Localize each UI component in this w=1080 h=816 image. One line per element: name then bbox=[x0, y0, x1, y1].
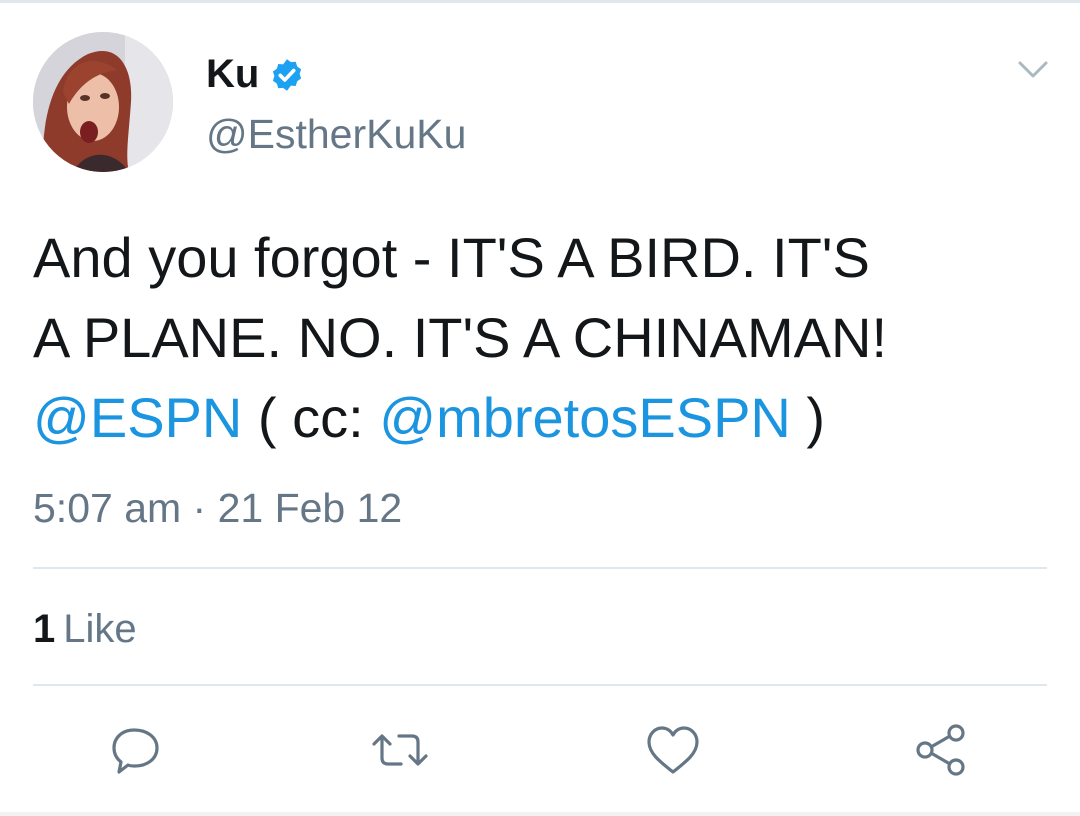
tweet-text-line-1: And you forgot - IT'S A BIRD. IT'S bbox=[33, 226, 870, 289]
timestamp-separator: · bbox=[181, 485, 218, 531]
share-icon bbox=[916, 724, 965, 776]
divider bbox=[33, 567, 1047, 569]
retweet-button[interactable] bbox=[370, 720, 430, 780]
author-display-name[interactable]: Ku bbox=[206, 50, 259, 98]
verified-badge-icon bbox=[269, 56, 305, 92]
like-button[interactable] bbox=[643, 720, 703, 780]
tweet-date: 21 Feb 12 bbox=[217, 485, 403, 531]
heart-icon bbox=[647, 726, 699, 774]
retweet-icon bbox=[372, 734, 428, 766]
bottom-divider bbox=[0, 812, 1080, 816]
tweet-text-line-2: A PLANE. NO. IT'S A CHINAMAN! bbox=[33, 306, 888, 369]
tweet-timestamp: 5:07 am · 21 Feb 12 bbox=[33, 484, 402, 532]
tweet-text: And you forgot - IT'S A BIRD. IT'S A PLAN… bbox=[33, 218, 1043, 458]
tweet-text-cc: ( cc: bbox=[242, 386, 380, 449]
like-count: 1 bbox=[33, 607, 56, 651]
like-label: Like bbox=[63, 607, 137, 651]
chevron-down-icon[interactable] bbox=[1014, 55, 1052, 83]
mention-link-espn[interactable]: @ESPN bbox=[33, 386, 242, 449]
reply-button[interactable] bbox=[107, 720, 167, 780]
reply-icon bbox=[112, 728, 159, 774]
divider bbox=[33, 684, 1047, 686]
tweet-time: 5:07 am bbox=[33, 485, 182, 531]
avatar-photo bbox=[33, 32, 173, 172]
avatar[interactable] bbox=[33, 32, 173, 172]
mention-link-mbretos[interactable]: @mbretosESPN bbox=[379, 386, 791, 449]
share-button[interactable] bbox=[910, 720, 970, 780]
likes-summary[interactable]: 1 Like bbox=[33, 605, 137, 653]
author-handle[interactable]: @EstherKuKu bbox=[206, 110, 466, 158]
top-divider bbox=[0, 0, 1080, 3]
author-name[interactable]: Ku bbox=[206, 50, 305, 98]
tweet-text-close: ) bbox=[790, 386, 826, 449]
